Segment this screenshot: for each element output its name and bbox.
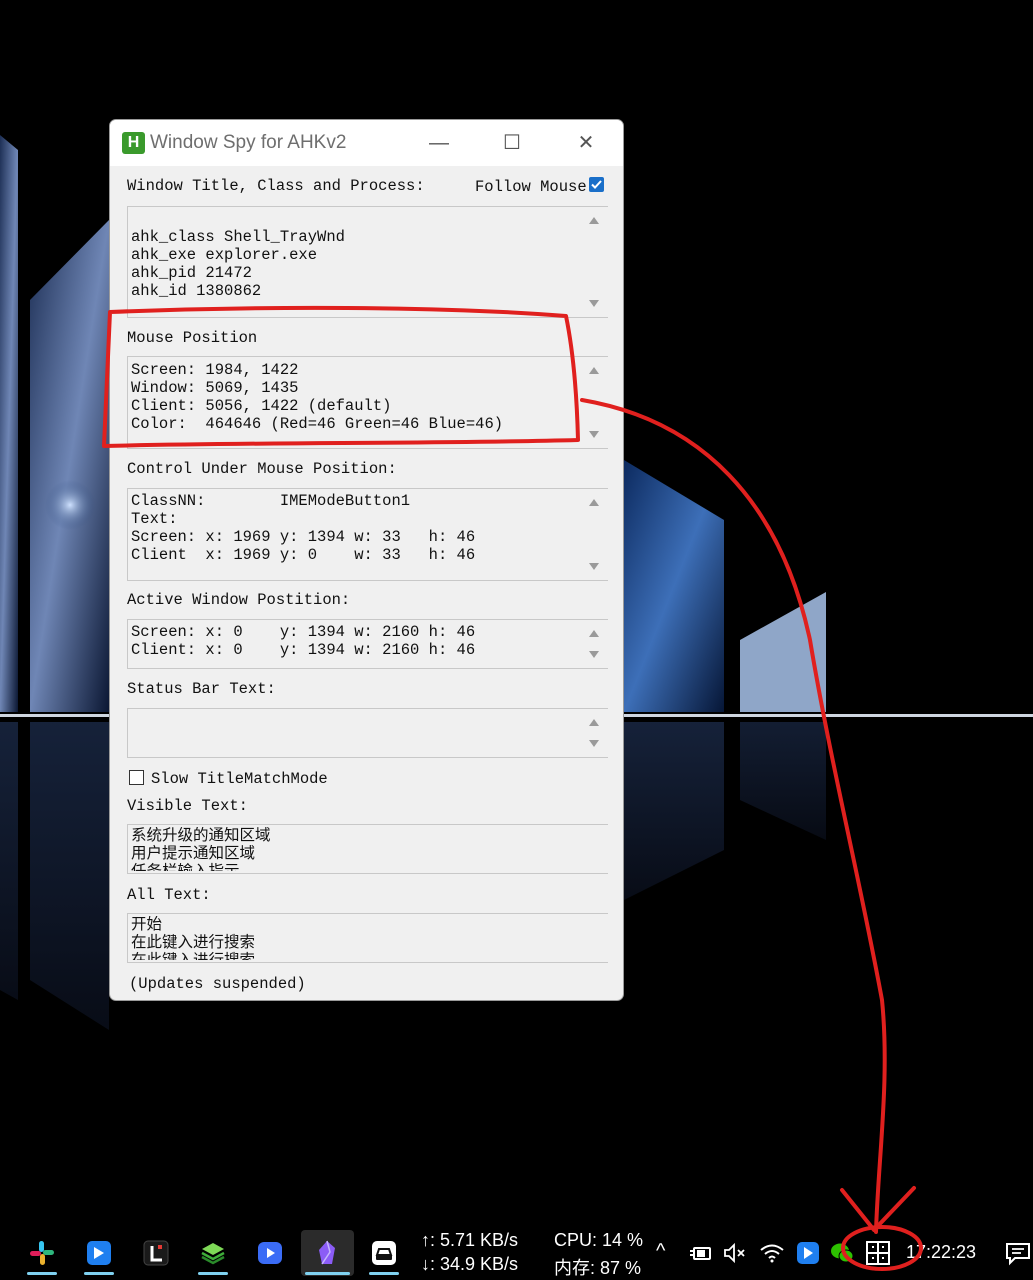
- mouse-position-scrollbar[interactable]: [582, 357, 608, 448]
- feishu-icon[interactable]: [86, 1240, 112, 1266]
- taskbar: ↑: 5.71 KB/s ↓: 34.9 KB/s CPU: 14 % 内存: …: [0, 1228, 1033, 1278]
- follow-mouse-checkbox[interactable]: [589, 177, 604, 192]
- scroll-down-icon[interactable]: [589, 651, 599, 658]
- scroll-down-icon[interactable]: [589, 300, 599, 307]
- video-player-icon[interactable]: [257, 1240, 283, 1266]
- status-bar-scrollbar[interactable]: [582, 709, 608, 757]
- scroll-up-icon[interactable]: [589, 630, 599, 637]
- power-icon[interactable]: [688, 1240, 714, 1266]
- window-title-class-label: Window Title, Class and Process:: [127, 177, 425, 195]
- layers-running-indicator: [198, 1272, 228, 1275]
- control-info-textbox[interactable]: ClassNN: IMEModeButton1 Text: Screen: x:…: [127, 488, 608, 581]
- wifi-icon[interactable]: [759, 1240, 785, 1266]
- wechat-icon[interactable]: [829, 1240, 855, 1266]
- slack-running-indicator: [27, 1272, 57, 1275]
- active-window-scrollbar[interactable]: [582, 620, 608, 668]
- scroll-up-icon[interactable]: [589, 719, 599, 726]
- follow-mouse-label: Follow Mouse: [475, 178, 587, 196]
- window-info-textbox[interactable]: ahk_class Shell_TrayWnd ahk_exe explorer…: [127, 206, 608, 318]
- scroll-down-icon[interactable]: [589, 740, 599, 747]
- status-footer: (Updates suspended): [129, 975, 306, 993]
- scroll-up-icon[interactable]: [589, 499, 599, 506]
- all-text-content: 开始 在此键入进行搜索 在此键入进行搜索: [131, 916, 256, 960]
- all-text-label: All Text:: [127, 886, 211, 904]
- show-hidden-icons-chevron[interactable]: ^: [656, 1240, 665, 1263]
- network-upload-speed: ↑: 5.71 KB/s: [421, 1230, 519, 1250]
- scroll-up-icon[interactable]: [589, 367, 599, 374]
- slow-titlematchmode-checkbox[interactable]: [129, 770, 144, 785]
- mouse-position-textbox[interactable]: Screen: 1984, 1422 Window: 5069, 1435 Cl…: [127, 356, 608, 449]
- minimize-button[interactable]: —: [426, 130, 452, 156]
- feishu-tray-icon[interactable]: [795, 1240, 821, 1266]
- feishu-running-indicator: [84, 1272, 114, 1275]
- layers-app-icon[interactable]: [200, 1240, 226, 1266]
- window-info-scrollbar[interactable]: [582, 207, 608, 317]
- active-window-text: Screen: x: 0 y: 1394 w: 2160 h: 46 Clien…: [131, 623, 476, 659]
- scroll-down-icon[interactable]: [589, 431, 599, 438]
- l-app-icon[interactable]: [143, 1240, 169, 1266]
- clock-time[interactable]: 17:22:23: [906, 1242, 976, 1263]
- status-bar-text-label: Status Bar Text:: [127, 680, 276, 698]
- ahk-app-icon: H: [122, 132, 145, 154]
- scroll-up-icon[interactable]: [589, 217, 599, 224]
- maximize-button[interactable]: ☐: [499, 130, 525, 156]
- slow-titlematchmode-label: Slow TitleMatchMode: [151, 770, 328, 788]
- control-info-scrollbar[interactable]: [582, 489, 608, 580]
- network-download-speed: ↓: 34.9 KB/s: [421, 1254, 519, 1274]
- check-icon: [591, 180, 602, 189]
- car-app-icon[interactable]: [371, 1240, 397, 1266]
- mouse-position-text: Screen: 1984, 1422 Window: 5069, 1435 Cl…: [131, 361, 504, 433]
- visible-text-textbox[interactable]: 系统升级的通知区域 用户提示通知区域 任务栏输入指示: [127, 824, 608, 874]
- status-bar-textbox[interactable]: [127, 708, 608, 758]
- window-spy-window: H Window Spy for AHKv2 — ☐ ✕ Window Titl…: [109, 119, 624, 1001]
- visible-text-content: 系统升级的通知区域 用户提示通知区域 任务栏输入指示: [131, 827, 271, 871]
- car-app-running-indicator: [369, 1272, 399, 1275]
- notification-icon[interactable]: [1005, 1240, 1031, 1266]
- control-info-text: ClassNN: IMEModeButton1 Text: Screen: x:…: [131, 492, 476, 564]
- obsidian-icon[interactable]: [314, 1240, 340, 1266]
- window-info-text: ahk_class Shell_TrayWnd ahk_exe explorer…: [131, 228, 345, 300]
- close-button[interactable]: ✕: [573, 130, 599, 156]
- ime-mode-icon[interactable]: [865, 1240, 891, 1266]
- visible-text-label: Visible Text:: [127, 797, 248, 815]
- title-bar[interactable]: H Window Spy for AHKv2 — ☐ ✕: [110, 120, 623, 166]
- cpu-usage: CPU: 14 %: [554, 1230, 644, 1250]
- scroll-down-icon[interactable]: [589, 563, 599, 570]
- all-text-textbox[interactable]: 开始 在此键入进行搜索 在此键入进行搜索: [127, 913, 608, 963]
- control-under-mouse-label: Control Under Mouse Position:: [127, 460, 397, 478]
- slack-icon[interactable]: [29, 1240, 55, 1266]
- active-window-position-label: Active Window Postition:: [127, 591, 351, 609]
- window-title: Window Spy for AHKv2: [150, 132, 347, 153]
- memory-usage: 内存: 87 %: [554, 1258, 642, 1278]
- obsidian-running-indicator: [305, 1272, 350, 1275]
- mute-icon[interactable]: [722, 1240, 748, 1266]
- mouse-position-label: Mouse Position: [127, 329, 258, 347]
- active-window-textbox[interactable]: Screen: x: 0 y: 1394 w: 2160 h: 46 Clien…: [127, 619, 608, 669]
